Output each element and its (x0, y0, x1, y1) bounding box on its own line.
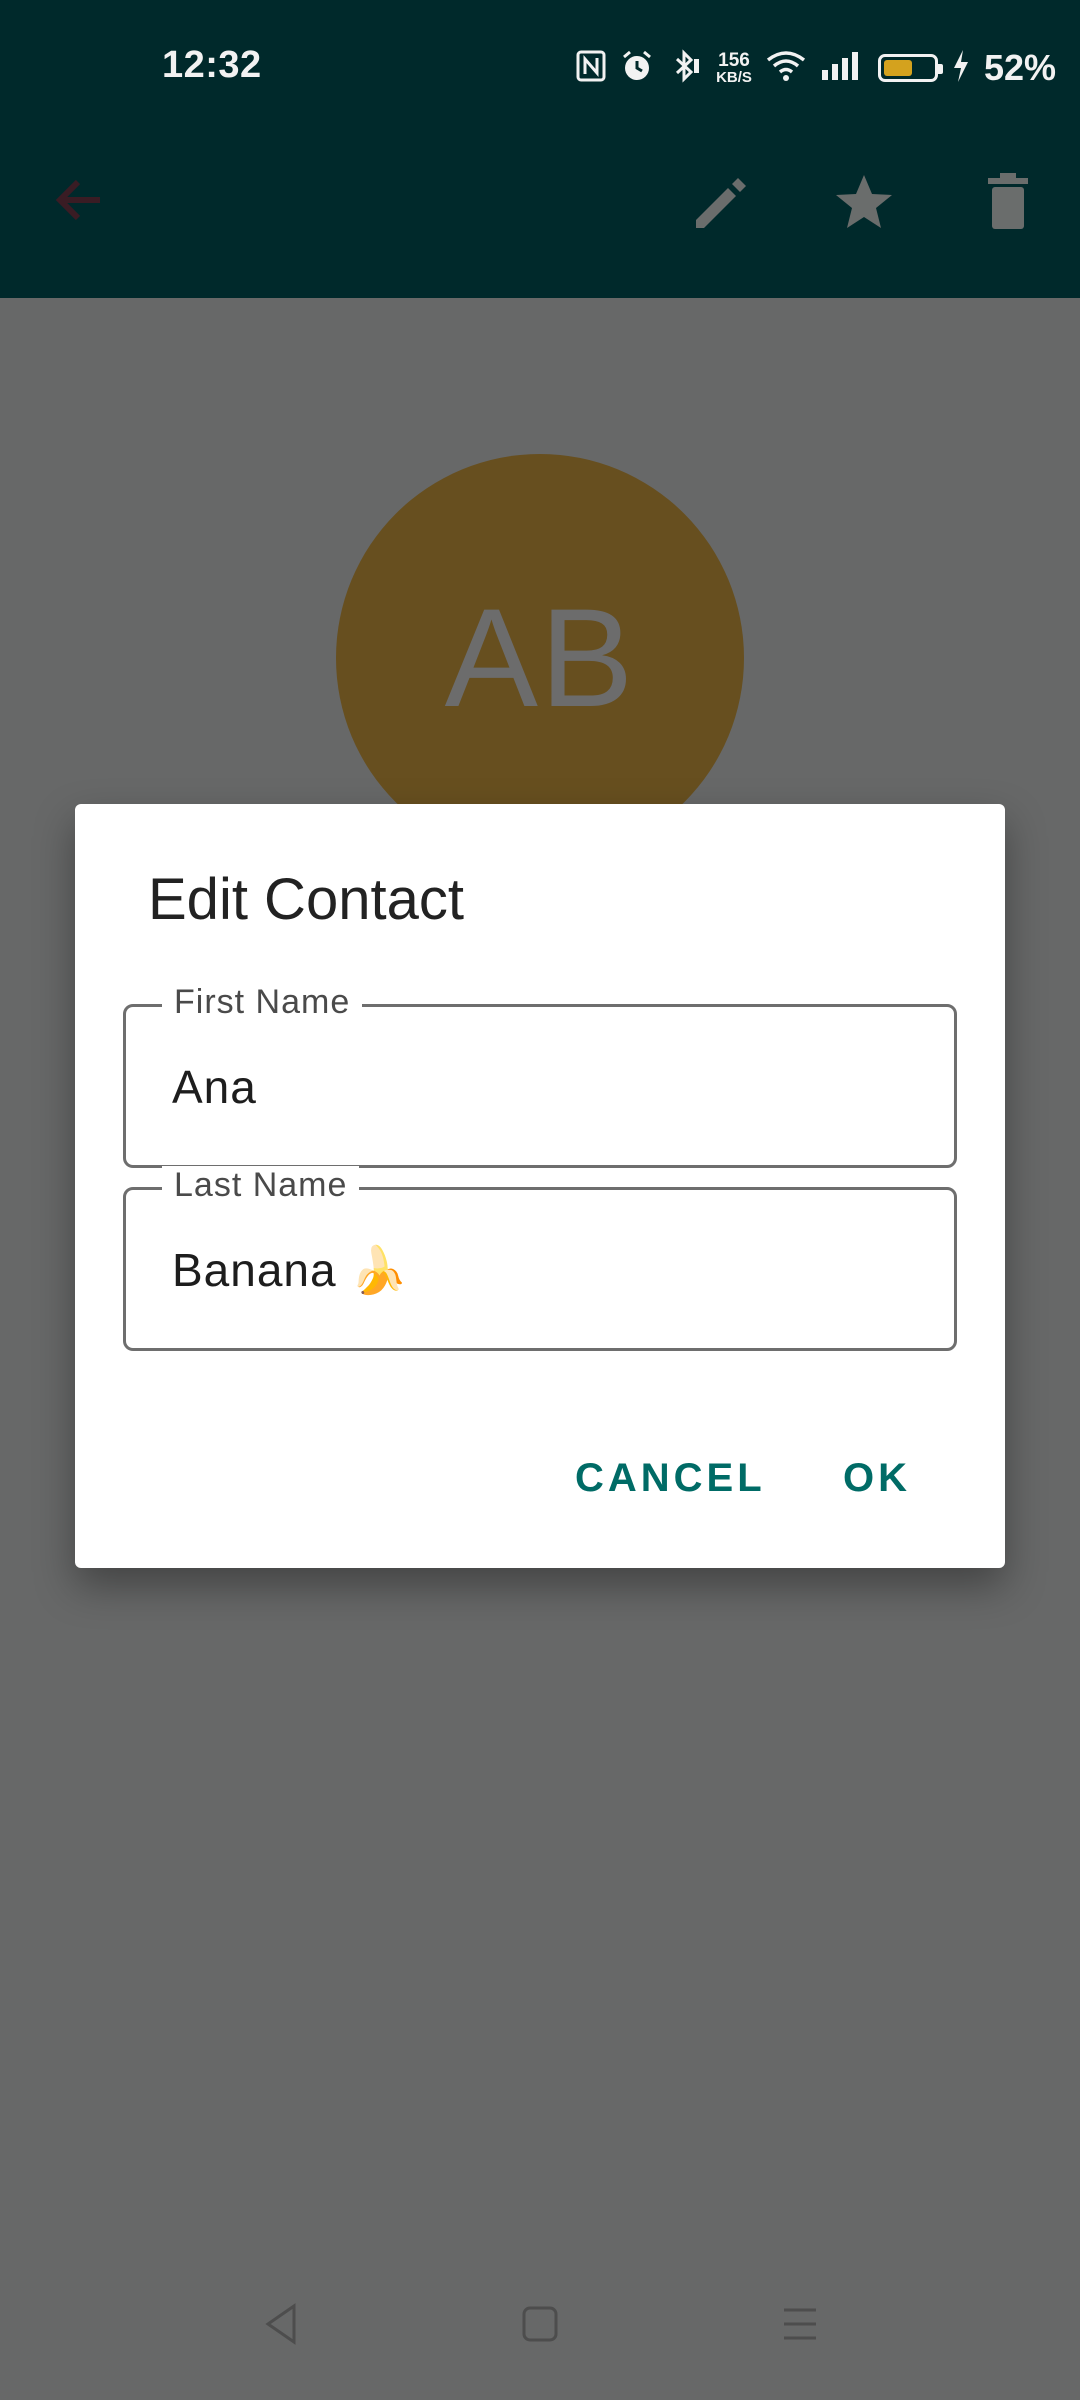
nav-home-icon[interactable] (516, 2300, 564, 2348)
ok-button[interactable]: OK (843, 1456, 911, 1501)
battery-icon (877, 54, 943, 82)
signal-icon (820, 50, 864, 87)
contact-avatar: AB (336, 454, 744, 862)
wifi-icon (766, 50, 806, 87)
nav-menu-icon[interactable] (776, 2300, 824, 2348)
charging-icon (952, 49, 970, 88)
last-name-label: Last Name (162, 1166, 360, 1205)
nfc-icon (576, 50, 606, 87)
first-name-input[interactable] (172, 1057, 914, 1117)
network-speed-unit: KB/S (716, 69, 752, 86)
nav-back-icon[interactable] (258, 2300, 306, 2348)
first-name-field[interactable]: First Name (123, 983, 957, 1168)
edit-contact-dialog: Edit Contact First Name Last Name CANCEL… (75, 804, 1005, 1568)
avatar-initials: AB (444, 579, 636, 736)
bluetooth-icon (668, 48, 702, 88)
back-arrow-icon[interactable] (52, 172, 108, 228)
last-name-field[interactable]: Last Name (123, 1166, 957, 1351)
status-time: 12:32 (162, 44, 262, 86)
delete-icon[interactable] (976, 170, 1040, 234)
alarm-icon (620, 49, 654, 88)
network-speed: 156 KB/S (716, 51, 752, 85)
first-name-label: First Name (162, 983, 363, 1022)
battery-percent: 52% (983, 47, 1056, 88)
cancel-button[interactable]: CANCEL (575, 1456, 766, 1501)
network-speed-value: 156 (718, 50, 750, 71)
app-bar: 12:32 156 KB/S 52% (0, 0, 1080, 298)
edit-icon[interactable] (688, 170, 752, 234)
status-icons: 156 KB/S 52% (576, 44, 1056, 92)
dialog-title: Edit Contact (148, 867, 464, 932)
last-name-input[interactable] (172, 1240, 914, 1300)
star-icon[interactable] (832, 170, 896, 234)
